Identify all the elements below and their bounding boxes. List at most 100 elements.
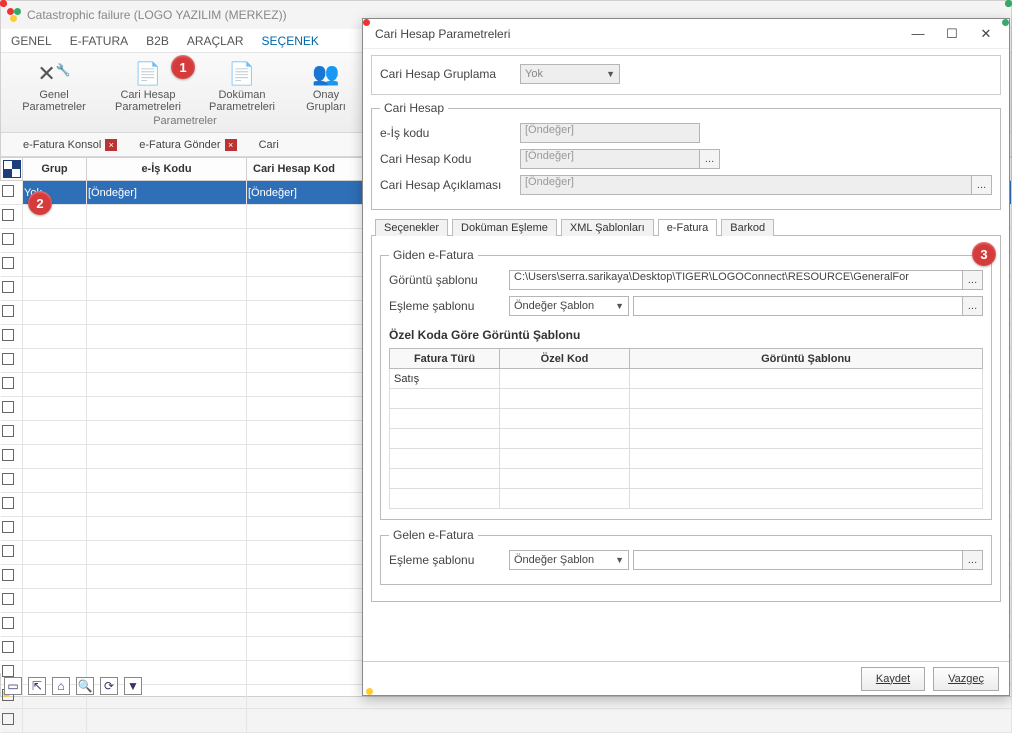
ribbon-btn-onay-gruplari[interactable]: 👥 OnayGrupları bbox=[291, 57, 361, 113]
row-checkbox[interactable] bbox=[2, 473, 14, 485]
giden-legend: Giden e-Fatura bbox=[389, 248, 478, 262]
chk-input[interactable]: [Öndeğer] bbox=[520, 149, 700, 169]
row-checkbox[interactable] bbox=[2, 593, 14, 605]
ribbon-btn-cari-hesap-parametreleri[interactable]: 📄 Cari HesapParametreleri 1 bbox=[103, 57, 193, 113]
gelen-esleme-path-input[interactable] bbox=[633, 550, 963, 570]
menu-genel[interactable]: GENEL bbox=[11, 34, 52, 48]
row-checkbox[interactable] bbox=[2, 449, 14, 461]
doc-tab-cari[interactable]: Cari bbox=[243, 139, 279, 151]
menu-araclar[interactable]: ARAÇLAR bbox=[187, 34, 244, 48]
esleme-label: Eşleme şablonu bbox=[389, 299, 509, 313]
ozel-header-ozelkod[interactable]: Özel Kod bbox=[500, 349, 630, 369]
tool-filter-icon[interactable]: ▼ bbox=[124, 677, 142, 695]
cha-browse-button[interactable]: … bbox=[972, 175, 992, 195]
cari-hesap-legend: Cari Hesap bbox=[380, 101, 448, 115]
ozel-row[interactable] bbox=[390, 429, 983, 449]
ozel-table[interactable]: Fatura Türü Özel Kod Görüntü Şablonu Sat… bbox=[389, 348, 983, 509]
goruntu-browse-button[interactable]: … bbox=[963, 270, 983, 290]
minimize-button[interactable]: — bbox=[901, 21, 935, 47]
grid-header-grup[interactable]: Grup bbox=[23, 158, 87, 181]
dialog-title: Cari Hesap Parametreleri bbox=[375, 27, 901, 41]
tab-dokuman-esleme[interactable]: Doküman Eşleme bbox=[452, 219, 557, 236]
row-checkbox[interactable] bbox=[2, 329, 14, 341]
esleme-select[interactable]: Öndeğer Şablon▼ bbox=[509, 296, 629, 316]
row-checkbox[interactable] bbox=[2, 545, 14, 557]
cancel-button[interactable]: Vazgeç bbox=[933, 667, 999, 691]
tab-efatura[interactable]: e-Fatura bbox=[658, 219, 718, 236]
gruplama-label: Cari Hesap Gruplama bbox=[380, 67, 520, 81]
tool-refresh-icon[interactable]: ⟳ bbox=[100, 677, 118, 695]
tab-secenekler[interactable]: Seçenekler bbox=[375, 219, 448, 236]
ozel-header-sablon[interactable]: Görüntü Şablonu bbox=[630, 349, 983, 369]
cha-input[interactable]: [Öndeğer] bbox=[520, 175, 972, 195]
ribbon-group-parametreler: ✕🔧 GenelParametreler 📄 Cari HesapParamet… bbox=[9, 57, 361, 127]
tool-export-icon[interactable]: ⇱ bbox=[28, 677, 46, 695]
row-checkbox[interactable] bbox=[2, 401, 14, 413]
chevron-down-icon: ▼ bbox=[606, 69, 615, 79]
tab-logo-icon bbox=[7, 139, 19, 151]
tool-search-icon[interactable]: 🔍 bbox=[76, 677, 94, 695]
row-checkbox[interactable] bbox=[2, 377, 14, 389]
cha-label: Cari Hesap Açıklaması bbox=[380, 178, 520, 192]
eis-input[interactable]: [Öndeğer] bbox=[520, 123, 700, 143]
row-checkbox[interactable] bbox=[2, 281, 14, 293]
row-checkbox[interactable] bbox=[2, 185, 14, 197]
tools-icon: ✕🔧 bbox=[39, 59, 69, 89]
ribbon-btn-dokuman-parametreleri[interactable]: 📄 DokümanParametreleri bbox=[197, 57, 287, 113]
eis-label: e-İş kodu bbox=[380, 126, 520, 140]
badge-1: 1 bbox=[171, 55, 195, 79]
row-checkbox[interactable] bbox=[2, 665, 14, 677]
esleme-browse-button[interactable]: … bbox=[963, 296, 983, 316]
gelen-legend: Gelen e-Fatura bbox=[389, 528, 478, 542]
ozel-row[interactable] bbox=[390, 469, 983, 489]
dialog-inner-tabs: Seçenekler Doküman Eşleme XML Şablonları… bbox=[371, 218, 1001, 236]
tab-xml-sablonlari[interactable]: XML Şablonları bbox=[561, 219, 654, 236]
dialog-titlebar[interactable]: Cari Hesap Parametreleri — ☐ ✕ bbox=[363, 19, 1009, 49]
close-button[interactable]: ✕ bbox=[969, 21, 1003, 47]
menu-efatura[interactable]: E-FATURA bbox=[70, 34, 128, 48]
chk-browse-button[interactable]: … bbox=[700, 149, 720, 169]
ozel-row[interactable] bbox=[390, 389, 983, 409]
row-checkbox[interactable] bbox=[2, 425, 14, 437]
row-checkbox[interactable] bbox=[2, 353, 14, 365]
tool-nav-icon[interactable]: ▭ bbox=[4, 677, 22, 695]
doc-tab-efatura-konsol[interactable]: e-Fatura Konsol × bbox=[7, 139, 117, 151]
row-handle-icon[interactable] bbox=[3, 160, 21, 178]
tool-browse-icon[interactable]: ⌂ bbox=[52, 677, 70, 695]
row-checkbox[interactable] bbox=[2, 233, 14, 245]
chevron-down-icon: ▼ bbox=[615, 301, 624, 311]
goruntu-input[interactable]: C:\Users\serra.sarikaya\Desktop\TIGER\LO… bbox=[509, 270, 963, 290]
row-checkbox[interactable] bbox=[2, 257, 14, 269]
ozel-row[interactable] bbox=[390, 409, 983, 429]
tab-barkod[interactable]: Barkod bbox=[721, 219, 774, 236]
save-button[interactable]: Kaydet bbox=[861, 667, 925, 691]
ozel-row[interactable] bbox=[390, 489, 983, 509]
gelen-esleme-browse-button[interactable]: … bbox=[963, 550, 983, 570]
close-icon[interactable]: × bbox=[225, 139, 237, 151]
grid-header-eis[interactable]: e-İş Kodu bbox=[87, 158, 247, 181]
ozel-header-fatura[interactable]: Fatura Türü bbox=[390, 349, 500, 369]
grid-row[interactable] bbox=[1, 709, 1012, 733]
gruplama-select[interactable]: Yok▼ bbox=[520, 64, 620, 84]
ribbon-btn-genel-parametreler[interactable]: ✕🔧 GenelParametreler bbox=[9, 57, 99, 113]
menu-secenek[interactable]: SEÇENEK bbox=[262, 34, 319, 48]
ozel-row[interactable] bbox=[390, 449, 983, 469]
row-checkbox[interactable] bbox=[2, 569, 14, 581]
badge-3: 3 bbox=[972, 242, 996, 266]
maximize-button[interactable]: ☐ bbox=[935, 21, 969, 47]
row-checkbox[interactable] bbox=[2, 521, 14, 533]
esleme-path-input[interactable] bbox=[633, 296, 963, 316]
row-checkbox[interactable] bbox=[2, 641, 14, 653]
menu-b2b[interactable]: B2B bbox=[146, 34, 169, 48]
close-icon[interactable]: × bbox=[105, 139, 117, 151]
row-checkbox[interactable] bbox=[2, 497, 14, 509]
doc-tab-efatura-gonder[interactable]: e-Fatura Gönder × bbox=[123, 139, 236, 151]
app-logo-icon bbox=[7, 8, 21, 22]
row-checkbox[interactable] bbox=[2, 617, 14, 629]
row-checkbox[interactable] bbox=[2, 305, 14, 317]
main-window-title: Catastrophic failure (LOGO YAZILIM (MERK… bbox=[27, 8, 287, 22]
row-checkbox[interactable] bbox=[2, 209, 14, 221]
row-checkbox[interactable] bbox=[2, 713, 14, 725]
gelen-esleme-select[interactable]: Öndeğer Şablon▼ bbox=[509, 550, 629, 570]
ozel-row[interactable]: Satış bbox=[390, 369, 983, 389]
